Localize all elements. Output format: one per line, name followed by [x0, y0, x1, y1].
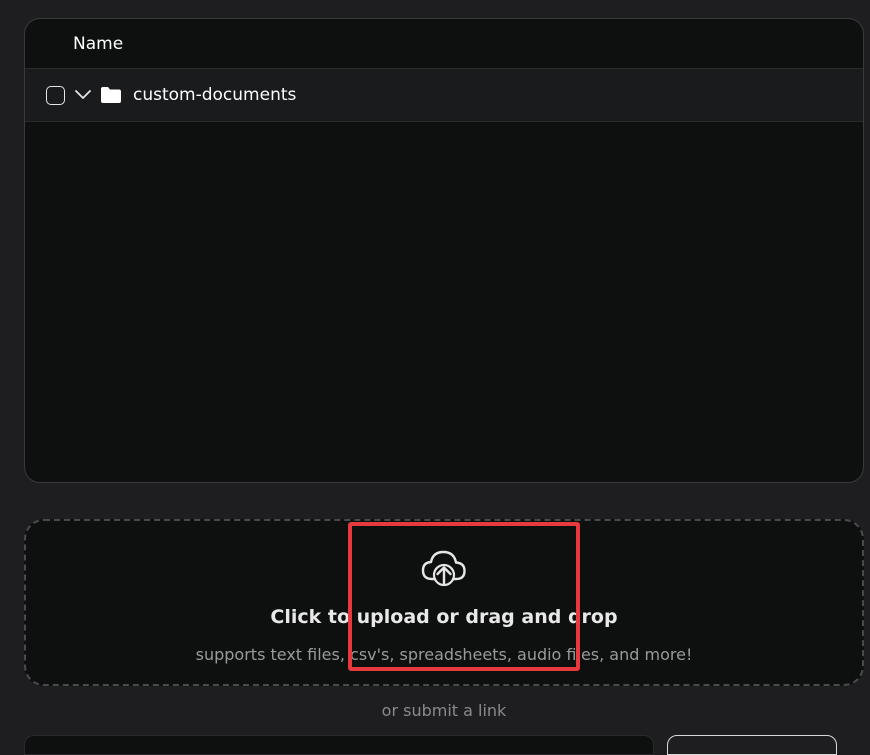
- chevron-down-icon[interactable]: [74, 86, 92, 104]
- row-checkbox[interactable]: [46, 85, 65, 105]
- fetch-link-button[interactable]: [667, 735, 837, 755]
- table-header: Name: [25, 19, 863, 69]
- dropzone-subtitle: supports text files, csv's, spreadsheets…: [195, 645, 693, 664]
- upload-dropzone[interactable]: Click to upload or drag and drop support…: [24, 519, 864, 686]
- folder-icon: [100, 86, 122, 104]
- cloud-upload-icon: [420, 547, 468, 589]
- column-header-name[interactable]: Name: [73, 34, 123, 54]
- link-input[interactable]: [24, 735, 654, 755]
- folder-name[interactable]: custom-documents: [133, 85, 296, 105]
- file-list-panel: Name custom-documents: [24, 18, 864, 483]
- dropzone-title: Click to upload or drag and drop: [270, 606, 618, 628]
- table-row[interactable]: custom-documents: [25, 69, 863, 122]
- submit-link-label: or submit a link: [381, 701, 507, 720]
